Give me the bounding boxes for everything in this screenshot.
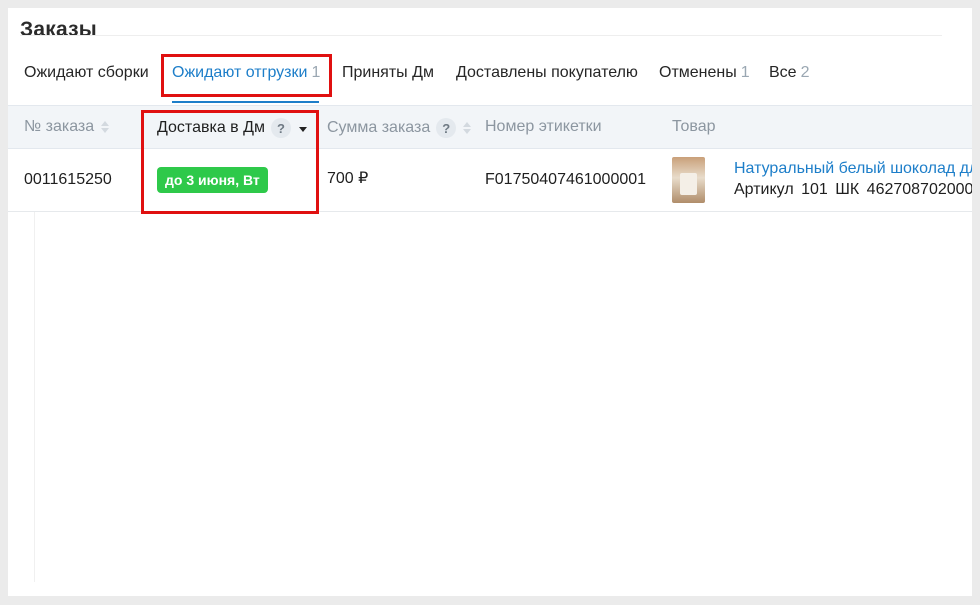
order-number: 0011615250 xyxy=(24,171,112,188)
tab-label: Ожидают сборки xyxy=(24,64,149,81)
page-title: Заказы xyxy=(20,18,97,41)
tab-awaiting-shipment[interactable]: Ожидают отгрузки 1 xyxy=(172,64,320,82)
label-number: F01750407461000001 xyxy=(485,171,647,188)
tab-label: Отменены xyxy=(659,64,737,81)
tab-label: Ожидают отгрузки xyxy=(172,64,308,81)
tab-delivered[interactable]: Доставлены покупателю xyxy=(456,64,642,82)
header-order-number[interactable]: № заказа xyxy=(24,118,110,136)
orders-panel: Заказы Ожидают сборки Ожидают отгрузки 1 … xyxy=(8,8,972,596)
table-row[interactable]: 0011615250 до 3 июня, Вт 700 ₽ F01750407… xyxy=(8,149,972,212)
tab-all[interactable]: Все 2 xyxy=(769,64,809,82)
tab-label: Доставлены покупателю xyxy=(456,64,638,81)
header-label: Сумма заказа xyxy=(327,119,431,136)
sort-icon[interactable] xyxy=(100,120,110,134)
tab-accepted[interactable]: Приняты Дм xyxy=(342,64,438,82)
table-header: № заказа Доставка в Дм ? Сумма заказа ? … xyxy=(8,105,972,149)
title-divider xyxy=(20,35,942,36)
tab-count: 2 xyxy=(800,64,810,81)
header-label-number: Номер этикетки xyxy=(485,118,602,136)
product-image[interactable] xyxy=(672,157,705,203)
header-delivery[interactable]: Доставка в Дм ? xyxy=(157,118,308,138)
active-tab-indicator xyxy=(172,101,319,103)
header-label: Товар xyxy=(672,118,716,135)
help-icon[interactable]: ? xyxy=(436,118,457,138)
divider xyxy=(34,212,35,582)
tab-label: Приняты Дм xyxy=(342,64,434,81)
order-sum: 700 ₽ xyxy=(327,170,369,187)
header-product: Товар xyxy=(672,118,716,136)
header-sum[interactable]: Сумма заказа ? xyxy=(327,118,472,138)
delivery-date-badge: до 3 июня, Вт xyxy=(157,167,268,193)
status-tabs: Ожидают сборки Ожидают отгрузки 1 Приняты… xyxy=(8,64,972,92)
tab-count: 1 xyxy=(740,64,750,81)
product-meta: Артикул 101 ШК 4627087020002 xyxy=(734,181,972,198)
help-icon[interactable]: ? xyxy=(270,118,291,138)
header-label: Доставка в Дм xyxy=(157,119,265,136)
sort-icon[interactable] xyxy=(462,121,472,135)
header-label: Номер этикетки xyxy=(485,118,602,135)
tab-awaiting-assembly[interactable]: Ожидают сборки xyxy=(24,64,153,82)
tab-cancelled[interactable]: Отменены 1 xyxy=(659,64,750,82)
product-name-link[interactable]: Натуральный белый шоколад для xyxy=(734,160,972,178)
tab-label: Все xyxy=(769,64,797,81)
sort-descending-icon[interactable] xyxy=(298,121,308,135)
tab-count: 1 xyxy=(311,64,321,81)
header-label: № заказа xyxy=(24,118,95,135)
